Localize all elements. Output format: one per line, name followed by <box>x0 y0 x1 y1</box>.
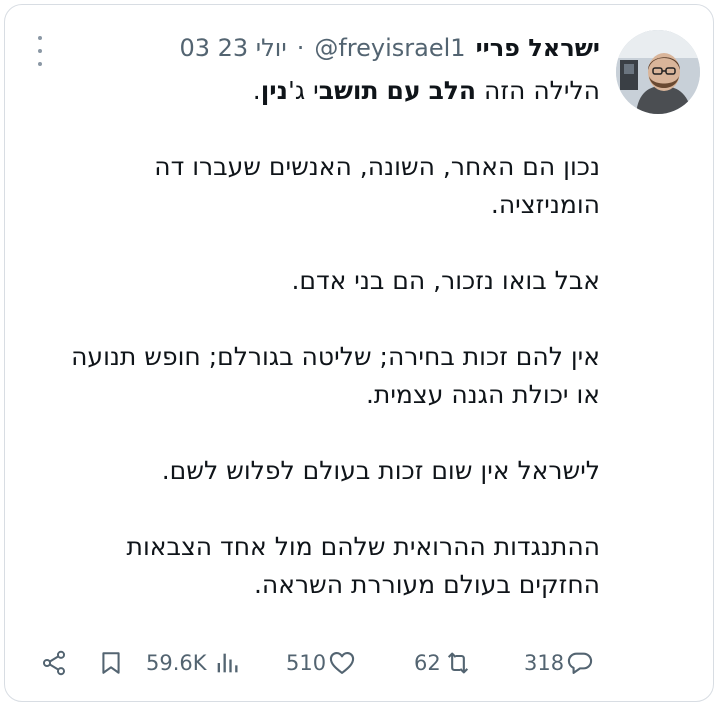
views-icon <box>217 653 238 673</box>
retweet-button[interactable]: 62 <box>414 646 473 680</box>
replies-count: 318 <box>524 651 565 675</box>
retweets-count: 62 <box>414 651 441 675</box>
share-icon <box>42 650 66 676</box>
likes-count: 510 <box>286 651 327 675</box>
text-fragment <box>379 76 387 105</box>
views-count: 59.6K <box>146 651 207 675</box>
text-fragment: י ג' <box>288 76 319 105</box>
tweet-header: ישראל פריי @freyisrael1 · 03 יולי 23 <box>179 28 600 68</box>
text-bold: הלב <box>428 76 477 105</box>
text-fragment: הלילה הזה <box>476 76 600 105</box>
retweet-icon <box>447 652 468 674</box>
text-bold: תושב <box>318 76 379 105</box>
separator-dot: · <box>296 34 305 62</box>
bookmark-button[interactable] <box>98 646 124 680</box>
avatar-image <box>616 30 700 114</box>
tweet-date[interactable]: 03 יולי 23 <box>179 34 286 62</box>
tweet-paragraph: הלילה הזה הלב עם תושבי ג'נין. <box>40 72 600 110</box>
like-button[interactable]: 510 <box>286 646 356 680</box>
tweet-paragraph: אין להם זכות בחירה; שליטה בגורלם; חופש ת… <box>71 342 600 409</box>
tweet-text: הלילה הזה הלב עם תושבי ג'נין. נכון הם הא… <box>40 72 600 604</box>
text-fragment: . <box>252 76 261 105</box>
text-fragment <box>421 76 429 105</box>
reply-icon <box>567 652 593 674</box>
bookmark-icon <box>102 652 120 674</box>
text-bold: עם <box>386 76 421 105</box>
text-bold: נין <box>260 76 288 105</box>
reply-button[interactable]: 318 <box>524 646 594 680</box>
tweet-paragraph: ההתנגדות ההרואית שלהם מול אחד הצבאות החז… <box>126 532 600 599</box>
views-button[interactable]: 59.6K <box>146 646 241 680</box>
tweet-paragraph: לישראל אין שום זכות בעולם לפלוש לשם. <box>161 456 600 485</box>
author-name[interactable]: ישראל פריי <box>476 34 600 62</box>
avatar[interactable] <box>616 30 700 114</box>
share-button[interactable] <box>40 646 68 680</box>
heart-icon <box>329 652 355 674</box>
action-bar: 59.6K 510 62 318 <box>0 640 720 684</box>
more-icon[interactable] <box>34 36 46 66</box>
tweet-paragraph: נכון הם האחר, השונה, האנשים שעברו דה הומ… <box>154 152 600 219</box>
author-handle[interactable]: @freyisrael1 <box>314 34 465 62</box>
tweet-paragraph: אבל בואו נזכור, הם בני אדם. <box>291 266 600 295</box>
